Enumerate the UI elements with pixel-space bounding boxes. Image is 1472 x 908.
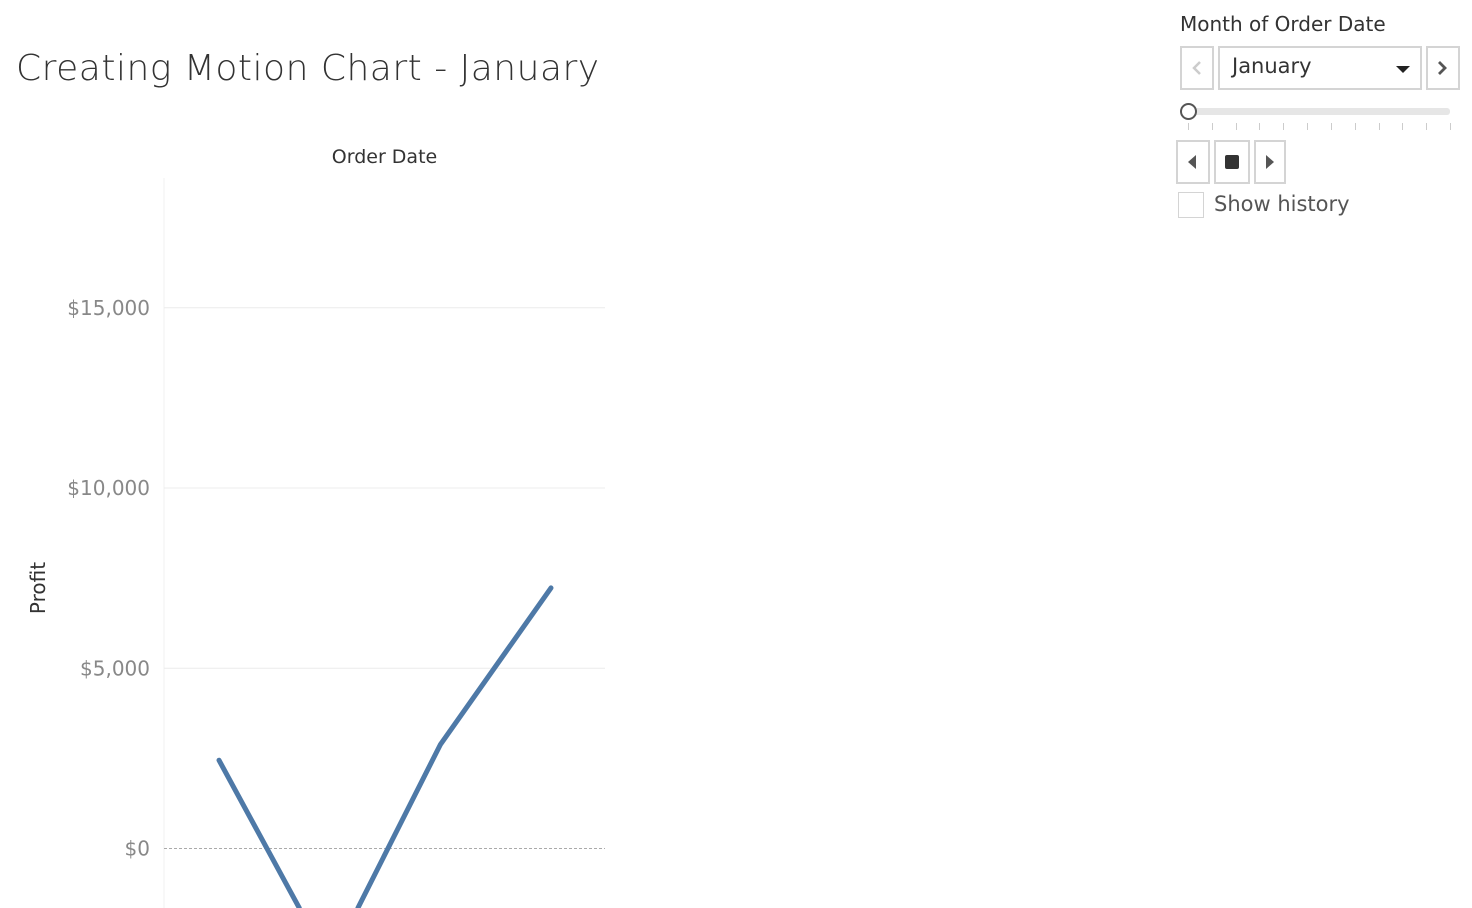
play-forward-button[interactable] — [1254, 140, 1286, 184]
chevron-left-icon — [1192, 61, 1201, 75]
previous-button[interactable] — [1180, 46, 1214, 90]
slider-tick — [1235, 123, 1237, 130]
slider-tick — [1259, 123, 1261, 130]
next-button[interactable] — [1426, 46, 1460, 90]
slider-tick — [1378, 123, 1380, 130]
series-line — [216, 585, 554, 908]
month-dropdown[interactable]: January — [1218, 46, 1422, 90]
slider-tick — [1211, 123, 1213, 130]
show-history-label: Show history — [1214, 192, 1350, 216]
slider-track[interactable] — [1188, 108, 1450, 115]
stop-button[interactable] — [1214, 140, 1250, 184]
chevron-right-icon — [1438, 61, 1447, 75]
line-chart: $0 $5,000 $10,000 $15,000 — [67, 178, 605, 908]
slider-thumb[interactable] — [1180, 103, 1197, 120]
stop-icon — [1225, 155, 1239, 169]
y-tick-label: $0 — [125, 837, 150, 861]
slider-tick — [1426, 123, 1428, 130]
step-back-icon — [1188, 155, 1196, 169]
y-tick-label: $15,000 — [67, 296, 150, 320]
slider-tick — [1354, 123, 1356, 130]
dropdown-value: January — [1232, 54, 1312, 78]
filter-title: Month of Order Date — [1180, 12, 1386, 36]
step-back-button[interactable] — [1176, 140, 1210, 184]
caret-down-icon — [1396, 66, 1410, 73]
y-tick-label: $5,000 — [80, 656, 150, 680]
slider-tick — [1402, 123, 1404, 130]
slider-tick — [1188, 123, 1189, 130]
show-history-checkbox[interactable] — [1178, 192, 1204, 218]
play-forward-icon — [1266, 155, 1274, 169]
y-tick-label: $10,000 — [67, 476, 150, 500]
slider-tick — [1450, 123, 1451, 130]
slider-tick — [1330, 123, 1332, 130]
slider-tick — [1307, 123, 1309, 130]
slider-tick — [1283, 123, 1285, 130]
